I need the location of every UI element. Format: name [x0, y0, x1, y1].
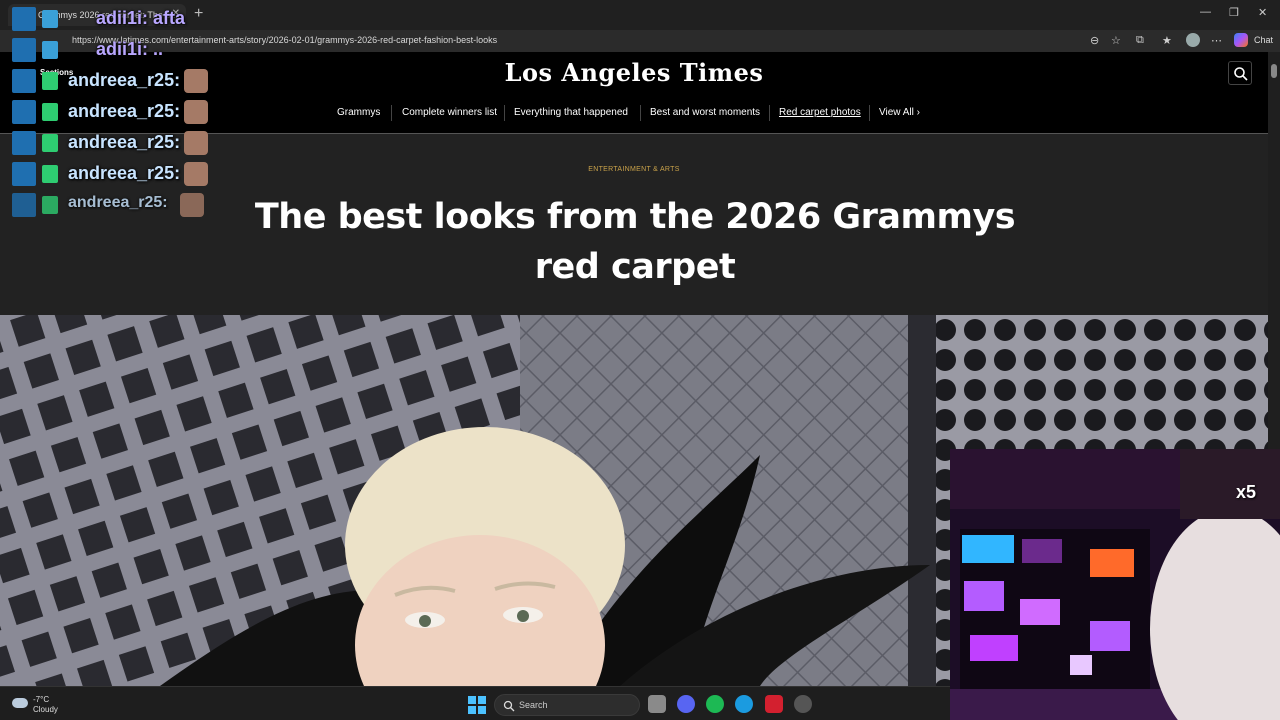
taskbar-search[interactable]: Search — [494, 694, 640, 716]
search-icon — [1234, 67, 1248, 81]
nav-divider — [504, 105, 505, 121]
moderator-badge-icon — [12, 131, 36, 155]
nav-divider — [640, 105, 641, 121]
new-tab-button[interactable]: + — [194, 5, 203, 23]
favorite-star-icon[interactable]: ☆ — [1111, 34, 1121, 47]
copilot-icon[interactable] — [1234, 33, 1248, 47]
scrollbar-thumb[interactable] — [1271, 64, 1277, 78]
nav-winners-list[interactable]: Complete winners list — [402, 107, 497, 118]
task-view-icon[interactable] — [648, 695, 666, 713]
moderator-badge-icon — [12, 193, 36, 217]
nav-divider — [391, 105, 392, 121]
nav-everything-happened[interactable]: Everything that happened — [514, 107, 628, 118]
webcam-image — [950, 449, 1280, 720]
chat-username: adii1i: afta — [96, 8, 186, 28]
emote-icon — [184, 162, 208, 186]
nav-divider — [769, 105, 770, 121]
weather-temperature[interactable]: -7°C — [33, 695, 49, 704]
windows-start-icon[interactable] — [468, 696, 486, 714]
nav-grammys[interactable]: Grammys — [337, 107, 380, 118]
reader-icon[interactable]: ⊖ — [1090, 34, 1099, 47]
nav-view-all[interactable]: View All › — [879, 107, 920, 118]
browser-tab-bar: Grammys 2026 red carpet: The b... ✕ + — … — [0, 0, 1280, 30]
chat-username: adii1i: .. — [96, 39, 164, 59]
moderator-badge-icon — [12, 100, 36, 124]
chat-username: andreea_r25: — [68, 163, 181, 183]
nav-red-carpet-photos[interactable]: Red carpet photos — [779, 107, 861, 118]
app-icon[interactable] — [765, 695, 783, 713]
search-button[interactable] — [1228, 61, 1252, 85]
nav-best-worst[interactable]: Best and worst moments — [650, 107, 760, 118]
moderator-badge-icon — [12, 38, 36, 62]
chat-label[interactable]: Chat — [1254, 35, 1273, 45]
emote-icon — [184, 100, 208, 124]
moderator-badge-icon — [12, 162, 36, 186]
weather-condition[interactable]: Cloudy — [33, 705, 58, 714]
minimize-button[interactable]: — — [1200, 6, 1211, 18]
edge-browser-icon[interactable] — [735, 695, 753, 713]
webcam-overlay — [950, 449, 1280, 720]
article-headline: The best looks from the 2026 Grammys red… — [254, 197, 1016, 287]
cloudy-weather-icon — [12, 698, 28, 708]
obs-icon[interactable] — [794, 695, 812, 713]
extensions-icon[interactable]: ⧉ — [1136, 34, 1144, 47]
address-bar: https://www.latimes.com/entertainment-ar… — [0, 30, 1280, 52]
favorites-icon[interactable]: ★ — [1162, 34, 1172, 47]
chat-username: andreea_r25: — [68, 194, 168, 211]
moderator-badge-icon — [12, 69, 36, 93]
search-icon — [503, 700, 515, 712]
gift-badge-icon — [42, 165, 58, 183]
search-placeholder: Search — [519, 700, 548, 710]
os-taskbar: -7°C Cloudy Search — [0, 686, 950, 720]
chat-username: andreea_r25: — [68, 132, 181, 152]
sub-badge-icon — [42, 10, 58, 28]
maximize-button[interactable]: ❐ — [1229, 6, 1239, 19]
chat-username: andreea_r25: — [68, 101, 181, 121]
multiplier-label: x5 — [1236, 482, 1257, 502]
gift-badge-icon — [42, 103, 58, 121]
gift-badge-icon — [42, 134, 58, 152]
profile-avatar[interactable] — [1186, 33, 1200, 47]
chat-username: andreea_r25: — [68, 70, 181, 90]
emote-icon — [180, 193, 204, 217]
spotify-icon[interactable] — [706, 695, 724, 713]
nav-divider — [869, 105, 870, 121]
gift-badge-icon — [42, 196, 58, 214]
sub-badge-icon — [42, 41, 58, 59]
emote-icon — [184, 131, 208, 155]
more-menu-icon[interactable]: ⋯ — [1211, 34, 1222, 47]
discord-icon[interactable] — [677, 695, 695, 713]
emote-icon — [184, 69, 208, 93]
close-window-button[interactable]: ✕ — [1258, 6, 1267, 19]
moderator-badge-icon — [12, 7, 36, 31]
gift-badge-icon — [42, 72, 58, 90]
